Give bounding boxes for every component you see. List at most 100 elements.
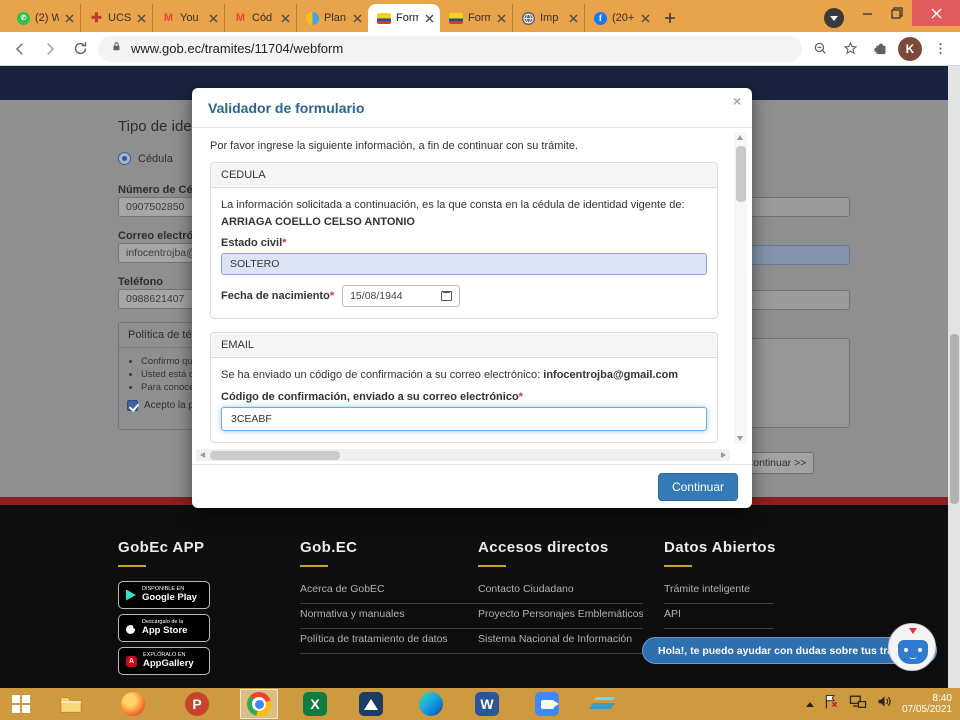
tab-label: UCS xyxy=(108,12,131,24)
chatbot-robot-icon[interactable] xyxy=(888,623,936,671)
vertical-scroll-thumb[interactable] xyxy=(736,146,746,202)
start-button[interactable] xyxy=(8,691,34,717)
profile-avatar[interactable]: K xyxy=(898,37,922,61)
cedula-radio-row[interactable]: Cédula xyxy=(118,152,173,165)
url-text[interactable]: www.gob.ec/tramites/11704/webform xyxy=(131,41,343,56)
footer-link-contacto[interactable]: Contacto Ciudadano xyxy=(478,583,643,604)
reload-button[interactable] xyxy=(68,37,92,61)
excel-icon[interactable]: X xyxy=(302,691,328,717)
tab-search-button[interactable] xyxy=(824,8,844,28)
tab-form-active[interactable]: Form xyxy=(368,4,440,32)
gmail-icon: M xyxy=(162,12,175,25)
camscanner-icon[interactable] xyxy=(358,691,384,717)
tab-whatsapp[interactable]: ✆ (2) W xyxy=(8,4,80,32)
fecha-nacimiento-input[interactable]: 15/08/1944 xyxy=(342,285,460,307)
modal-close-icon[interactable]: × xyxy=(733,94,741,108)
zoom-out-icon[interactable] xyxy=(808,37,832,61)
minimize-button[interactable] xyxy=(852,0,882,26)
tab-imp[interactable]: Imp xyxy=(512,4,584,32)
forward-button[interactable] xyxy=(38,37,62,61)
firefox-icon[interactable] xyxy=(120,691,146,717)
badge-store-name: App Store xyxy=(142,626,187,637)
google-play-badge[interactable]: DISPONIBLE EN Google Play xyxy=(118,581,210,609)
page-scrollbar[interactable] xyxy=(948,66,960,688)
scanner-icon[interactable] xyxy=(590,691,616,717)
app-store-badge[interactable]: Descárgalo de la App Store xyxy=(118,614,210,642)
lock-icon[interactable] xyxy=(110,39,123,59)
tab-label: You xyxy=(180,12,203,24)
tray-expand-icon[interactable] xyxy=(806,702,814,707)
footer-link-acerca[interactable]: Acerca de GobEC xyxy=(300,583,480,604)
horizontal-scroll-thumb[interactable] xyxy=(210,451,340,460)
footer-link-sistema[interactable]: Sistema Nacional de Información xyxy=(478,633,643,654)
file-explorer-icon[interactable] xyxy=(58,691,84,717)
tab-gmail-2[interactable]: M Cód xyxy=(224,4,296,32)
scroll-left-arrow[interactable] xyxy=(200,452,205,458)
appgallery-icon: A xyxy=(126,656,137,667)
robot-smile xyxy=(909,655,917,659)
tab-close-icon[interactable] xyxy=(424,13,434,23)
tab-close-icon[interactable] xyxy=(352,13,362,23)
codigo-confirmacion-input[interactable]: 3CEABF xyxy=(221,407,707,431)
volume-icon[interactable] xyxy=(876,693,893,715)
calendar-icon[interactable] xyxy=(441,291,452,301)
security-flag-icon[interactable] xyxy=(823,693,840,715)
tab-close-icon[interactable] xyxy=(640,13,650,23)
checkbox-checked-icon[interactable] xyxy=(127,400,138,411)
cedula-info-prefix: La información solicitada a continuación… xyxy=(221,199,685,211)
appgallery-badge[interactable]: A EXPLÓRALO EN AppGallery xyxy=(118,647,210,675)
tab-close-icon[interactable] xyxy=(136,13,146,23)
gold-divider xyxy=(300,565,328,567)
bookmark-star-icon[interactable] xyxy=(838,37,862,61)
screen: ✆ (2) W ✚ UCS M You M Cód Plan Form xyxy=(0,0,960,720)
tab-gmail-1[interactable]: M You xyxy=(152,4,224,32)
footer-link-politica[interactable]: Política de tratamiento de datos xyxy=(300,633,480,654)
network-icon[interactable] xyxy=(849,694,867,715)
tab-planner[interactable]: Plan xyxy=(296,4,368,32)
back-button[interactable] xyxy=(8,37,32,61)
restore-button[interactable] xyxy=(882,0,912,26)
modal-vertical-scrollbar[interactable] xyxy=(734,132,747,444)
window-close-button[interactable] xyxy=(912,0,960,26)
edge-icon[interactable] xyxy=(418,691,444,717)
taskbar-clock[interactable]: 8:40 07/05/2021 xyxy=(902,693,952,716)
scroll-right-arrow[interactable] xyxy=(721,452,726,458)
continuar-button[interactable]: Continuar xyxy=(658,473,738,501)
tab-label: Plan xyxy=(324,12,347,24)
tab-ucs[interactable]: ✚ UCS xyxy=(80,4,152,32)
modal-title: Validador de formulario xyxy=(208,100,364,116)
gold-divider xyxy=(118,565,146,567)
modal-horizontal-scrollbar[interactable] xyxy=(196,449,730,461)
footer-link-tramite[interactable]: Trámite inteligente xyxy=(664,583,774,604)
scroll-up-arrow[interactable] xyxy=(737,135,743,140)
tab-close-icon[interactable] xyxy=(208,13,218,23)
footer-link-api[interactable]: API xyxy=(664,608,774,629)
tab-close-icon[interactable] xyxy=(280,13,290,23)
extensions-puzzle-icon[interactable] xyxy=(868,37,892,61)
codigo-label: Código de confirmación, enviado a su cor… xyxy=(221,391,707,403)
estado-civil-select[interactable]: SOLTERO xyxy=(221,253,707,275)
chevron-down-icon xyxy=(830,16,838,21)
footer-link-normativa[interactable]: Normativa y manuales xyxy=(300,608,480,629)
tab-facebook[interactable]: f (20+ xyxy=(584,4,656,32)
footer-link-proyecto[interactable]: Proyecto Personajes Emblemáticos xyxy=(478,608,643,629)
new-tab-button[interactable] xyxy=(656,4,684,32)
word-icon[interactable]: W xyxy=(474,691,500,717)
scroll-down-arrow[interactable] xyxy=(737,436,743,441)
page-scrollbar-thumb[interactable] xyxy=(950,334,959,504)
tab-label: (2) W xyxy=(35,12,59,24)
tab-form-2[interactable]: Form xyxy=(440,4,512,32)
tab-close-icon[interactable] xyxy=(64,13,74,23)
ecuador-flag-icon xyxy=(377,13,391,24)
chrome-taskbar-active[interactable] xyxy=(240,689,278,719)
tab-close-icon[interactable] xyxy=(496,13,506,23)
radio-selected-icon[interactable] xyxy=(118,152,131,165)
tab-close-icon[interactable] xyxy=(568,13,578,23)
address-bar[interactable]: www.gob.ec/tramites/11704/webform xyxy=(98,36,802,62)
modal-intro-text: Por favor ingrese la siguiente informaci… xyxy=(210,140,718,152)
zoom-icon[interactable] xyxy=(534,691,560,717)
powerpoint-icon[interactable]: P xyxy=(184,691,210,717)
footer-col-gobec-app-heading: GobEc APP xyxy=(118,539,204,556)
menu-kebab-icon[interactable] xyxy=(928,37,952,61)
facebook-icon: f xyxy=(594,12,607,25)
